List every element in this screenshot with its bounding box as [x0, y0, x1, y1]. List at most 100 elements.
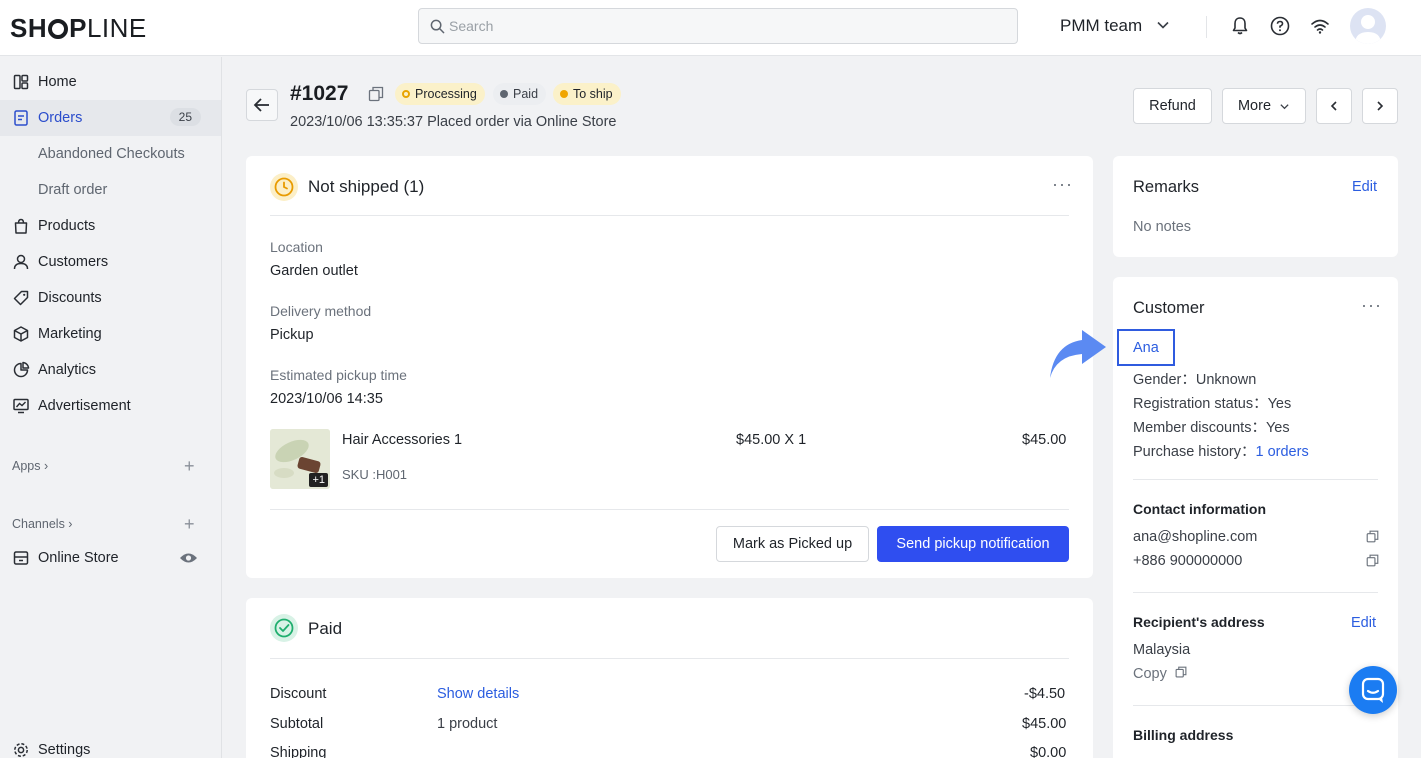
purchase-history-link[interactable]: 1 orders [1256, 444, 1309, 460]
sidebar-item-label: Online Store [38, 550, 119, 566]
chat-button[interactable] [1349, 666, 1397, 714]
sidebar: Home Orders 25 Abandoned Checkouts Draft… [0, 57, 222, 758]
more-options-icon[interactable]: ··· [1361, 295, 1382, 316]
more-options-icon[interactable]: ··· [1052, 174, 1073, 195]
location-value: Garden outlet [270, 263, 358, 279]
copy-icon[interactable] [1366, 530, 1379, 543]
pie-chart-icon [13, 361, 30, 378]
previous-order-button[interactable] [1316, 88, 1352, 124]
home-icon [13, 74, 29, 90]
add-app-plus-icon[interactable]: + [184, 456, 195, 477]
eye-icon[interactable] [179, 551, 198, 565]
apps-section-header[interactable]: Apps › [12, 459, 48, 473]
bag-icon [14, 218, 28, 234]
copy-address-button[interactable]: Copy [1133, 666, 1187, 682]
customer-phone: +886 900000000 [1133, 553, 1243, 569]
sidebar-item-orders[interactable]: Orders 25 [0, 100, 221, 136]
sidebar-item-settings[interactable]: Settings [0, 732, 221, 758]
next-order-button[interactable] [1362, 88, 1398, 124]
sidebar-item-customers[interactable]: Customers [0, 244, 221, 280]
wifi-icon[interactable] [1309, 15, 1331, 37]
sidebar-item-label: Products [38, 218, 96, 234]
bell-icon[interactable] [1229, 15, 1251, 37]
more-button[interactable]: More [1222, 88, 1306, 124]
sidebar-item-home[interactable]: Home [0, 64, 221, 100]
help-icon[interactable] [1269, 15, 1291, 37]
back-button[interactable] [246, 89, 278, 121]
clock-icon [270, 173, 298, 201]
copy-icon[interactable] [368, 86, 384, 102]
subtotal-amount: $45.00 [1022, 716, 1067, 732]
refund-button[interactable]: Refund [1133, 88, 1212, 124]
pickup-time-label: Estimated pickup time [270, 367, 407, 383]
customer-name-link[interactable]: Ana [1133, 340, 1159, 356]
search-box[interactable] [418, 8, 1018, 44]
customer-title: Customer [1133, 299, 1205, 317]
extra-items-count: +1 [309, 473, 328, 487]
sidebar-item-label: Advertisement [38, 398, 131, 414]
channels-section-header[interactable]: Channels › [12, 517, 72, 531]
fulfillment-title: Not shipped (1) [308, 177, 425, 196]
send-pickup-notification-button[interactable]: Send pickup notification [877, 526, 1069, 562]
sidebar-item-marketing[interactable]: Marketing [0, 316, 221, 352]
shopline-logo[interactable]: SH PLINE [10, 13, 147, 44]
order-meta: 2023/10/06 13:35:37 Placed order via Onl… [290, 114, 617, 130]
status-dot [560, 90, 568, 98]
show-details-link[interactable]: Show details [437, 686, 519, 702]
sidebar-item-online-store[interactable]: Online Store [0, 540, 221, 576]
sidebar-item-label: Customers [38, 254, 109, 270]
divider [1206, 16, 1207, 38]
pickup-time-value: 2023/10/06 14:35 [270, 391, 383, 407]
customer-purchase-history: Purchase history：1 orders [1133, 444, 1309, 460]
divider [270, 509, 1069, 510]
product-thumbnail[interactable]: +1 [270, 429, 330, 489]
divider [1133, 479, 1378, 480]
product-total: $45.00 [1022, 432, 1067, 448]
subtotal-detail: 1 product [437, 716, 498, 732]
count-badge: 25 [169, 108, 201, 126]
tag-icon [13, 290, 29, 306]
product-price-qty: $45.00 X 1 [736, 432, 807, 448]
recipient-country: Malaysia [1133, 642, 1191, 658]
sidebar-item-analytics[interactable]: Analytics [0, 352, 221, 388]
billing-address-title: Billing address [1133, 727, 1234, 743]
sidebar-item-products[interactable]: Products [0, 208, 221, 244]
sidebar-item-label: Orders [38, 110, 83, 126]
remarks-edit-link[interactable]: Edit [1352, 179, 1377, 195]
payment-card [246, 598, 1093, 758]
customer-gender: Gender：Unknown [1133, 372, 1257, 388]
sidebar-item-label: Home [38, 74, 77, 90]
customer-email: ana@shopline.com [1133, 529, 1258, 545]
status-badge-paid: Paid [493, 83, 547, 105]
store-icon [13, 551, 29, 565]
discount-amount: -$4.50 [1024, 686, 1066, 702]
shipping-amount: $0.00 [1030, 745, 1067, 758]
mark-picked-up-button[interactable]: Mark as Picked up [716, 526, 869, 562]
search-input[interactable] [449, 9, 1009, 43]
copy-icon[interactable] [1366, 554, 1379, 567]
sidebar-item-abandoned-checkouts[interactable]: Abandoned Checkouts [0, 136, 221, 172]
add-channel-plus-icon[interactable]: + [184, 514, 195, 535]
copy-icon [1175, 666, 1187, 678]
subtotal-label: Subtotal [270, 716, 324, 732]
sidebar-item-advertisement[interactable]: Advertisement [0, 388, 221, 424]
recipient-address-title: Recipient's address [1133, 614, 1265, 630]
status-badge-processing: Processing [395, 83, 485, 105]
team-switcher[interactable]: PMM team [1060, 16, 1142, 36]
divider [1133, 705, 1378, 706]
sidebar-item-draft-order[interactable]: Draft order [0, 172, 221, 208]
product-name[interactable]: Hair Accessories 1 [342, 432, 462, 448]
sidebar-item-discounts[interactable]: Discounts [0, 280, 221, 316]
sidebar-item-label: Draft order [38, 182, 108, 198]
chevron-down-icon[interactable] [1156, 18, 1170, 32]
sidebar-item-label: Settings [38, 742, 91, 758]
divider [270, 658, 1069, 659]
remarks-text: No notes [1133, 219, 1192, 235]
recipient-edit-link[interactable]: Edit [1351, 615, 1376, 631]
sidebar-item-label: Analytics [38, 362, 97, 378]
avatar[interactable] [1350, 8, 1386, 44]
user-avatar-icon [1355, 15, 1381, 44]
product-sku: SKU :H001 [342, 467, 408, 482]
delivery-method-label: Delivery method [270, 303, 372, 319]
remarks-title: Remarks [1133, 178, 1200, 196]
